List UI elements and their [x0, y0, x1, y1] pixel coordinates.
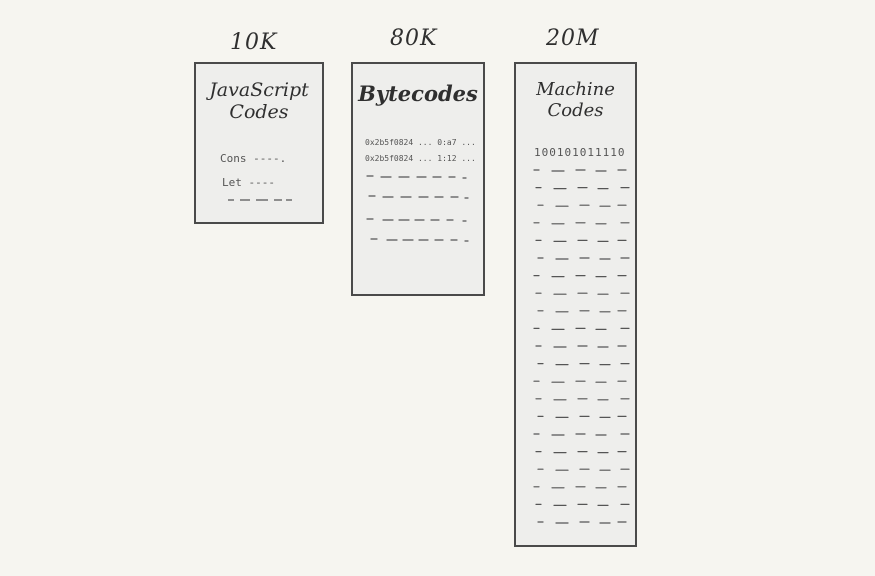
- scribble-line: [533, 222, 630, 225]
- scribble-line: [533, 486, 627, 489]
- scribble-line: [535, 345, 627, 348]
- scribble-line: [535, 451, 627, 454]
- machine-code-scribbles: [533, 169, 630, 524]
- scribble-line: [228, 199, 292, 201]
- title-line-2: Codes: [229, 100, 289, 123]
- scribble-line: [533, 433, 630, 436]
- scribble-line: [533, 327, 630, 330]
- title-line-1: Bytecodes: [358, 81, 478, 106]
- scribble-line: [537, 415, 627, 418]
- machine-code-line: 100101011110: [534, 146, 626, 159]
- bytecode-line: 0x2b5f0824 ... 0:a7 ...: [365, 138, 476, 147]
- javascript-codes-title: JavaScript Codes: [196, 79, 322, 124]
- scribble-line: [533, 169, 627, 172]
- machine-codes-title: Machine Codes: [516, 79, 635, 121]
- bytecodes-size-label: 80K: [390, 26, 438, 51]
- scribble-line: [537, 257, 630, 260]
- scribble-line: [535, 187, 630, 190]
- js-code-line: Let ----: [222, 176, 275, 189]
- scribble-line: [537, 521, 627, 524]
- bytecodes-box: Bytecodes 0x2b5f0824 ... 0:a7 ... 0x2b5f…: [351, 62, 485, 296]
- scribble-line: [533, 275, 627, 278]
- js-size-label: 10K: [230, 30, 278, 55]
- title-line-2: Codes: [547, 99, 604, 121]
- bytecodes-title: Bytecodes: [353, 81, 483, 106]
- machine-codes-box: Machine Codes 100101011110: [514, 62, 637, 547]
- title-line-1: Machine: [536, 79, 615, 100]
- bytecode-line: 0x2b5f0824 ... 1:12 ...: [365, 154, 476, 163]
- title-line-1: JavaScript: [209, 79, 309, 101]
- bytecode-scribbles: [366, 175, 469, 242]
- scribble-line: [537, 468, 630, 471]
- scribble-line: [535, 239, 627, 242]
- machine-codes-size-label: 20M: [546, 26, 600, 51]
- scribble-line: [535, 503, 630, 506]
- scribble-line: [537, 310, 627, 313]
- scribble-line: [537, 363, 630, 366]
- scribble-line: [535, 398, 630, 401]
- scribble-line: [535, 292, 630, 295]
- javascript-codes-box: JavaScript Codes Cons ----. Let ----: [194, 62, 324, 224]
- scribble-line: [537, 204, 627, 207]
- js-code-line: Cons ----.: [220, 152, 287, 165]
- scribble-line: [533, 380, 627, 383]
